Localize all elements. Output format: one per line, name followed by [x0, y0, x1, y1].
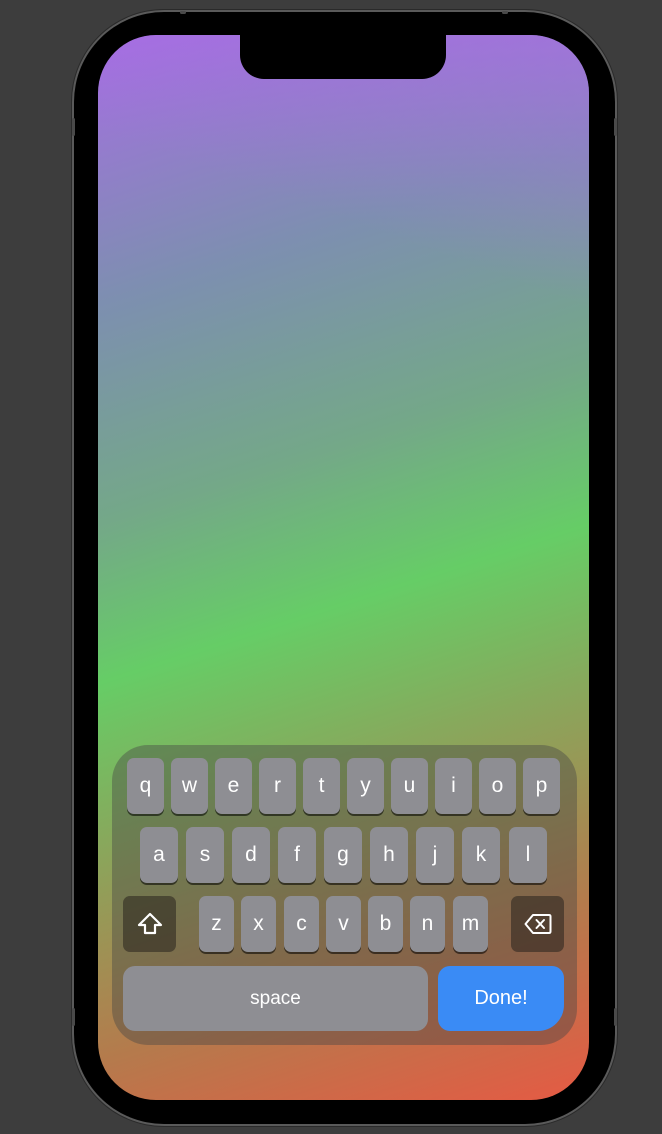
key-s[interactable]: s [186, 827, 224, 883]
key-l[interactable]: l [509, 827, 547, 883]
top-antenna-left [180, 11, 186, 14]
delete-key[interactable] [511, 896, 564, 952]
done-button[interactable]: Done! [438, 966, 564, 1031]
key-m[interactable]: m [453, 896, 488, 952]
key-a[interactable]: a [140, 827, 178, 883]
delete-backspace-icon [524, 914, 551, 934]
key-q[interactable]: q [127, 758, 164, 814]
top-antenna-right [502, 11, 508, 14]
side-button-left-lower [72, 1008, 75, 1026]
key-n[interactable]: n [410, 896, 445, 952]
key-j[interactable]: j [416, 827, 454, 883]
key-b[interactable]: b [368, 896, 403, 952]
key-f[interactable]: f [278, 827, 316, 883]
key-e[interactable]: e [215, 758, 252, 814]
key-p[interactable]: p [523, 758, 560, 814]
notch [240, 35, 446, 79]
side-button-right-lower [614, 1008, 617, 1026]
shift-icon [137, 912, 162, 935]
key-c[interactable]: c [284, 896, 319, 952]
key-g[interactable]: g [324, 827, 362, 883]
key-r[interactable]: r [259, 758, 296, 814]
keyboard: q w e r t y u i o p a s d f g h j k l z … [112, 745, 577, 1045]
key-x[interactable]: x [241, 896, 276, 952]
key-z[interactable]: z [199, 896, 234, 952]
key-d[interactable]: d [232, 827, 270, 883]
key-v[interactable]: v [326, 896, 361, 952]
key-o[interactable]: o [479, 758, 516, 814]
key-u[interactable]: u [391, 758, 428, 814]
space-bar[interactable]: space [123, 966, 428, 1031]
key-h[interactable]: h [370, 827, 408, 883]
side-button-right-upper [614, 118, 617, 136]
side-button-left-upper [72, 118, 75, 136]
key-t[interactable]: t [303, 758, 340, 814]
shift-key[interactable] [123, 896, 176, 952]
key-w[interactable]: w [171, 758, 208, 814]
key-y[interactable]: y [347, 758, 384, 814]
key-k[interactable]: k [462, 827, 500, 883]
key-i[interactable]: i [435, 758, 472, 814]
